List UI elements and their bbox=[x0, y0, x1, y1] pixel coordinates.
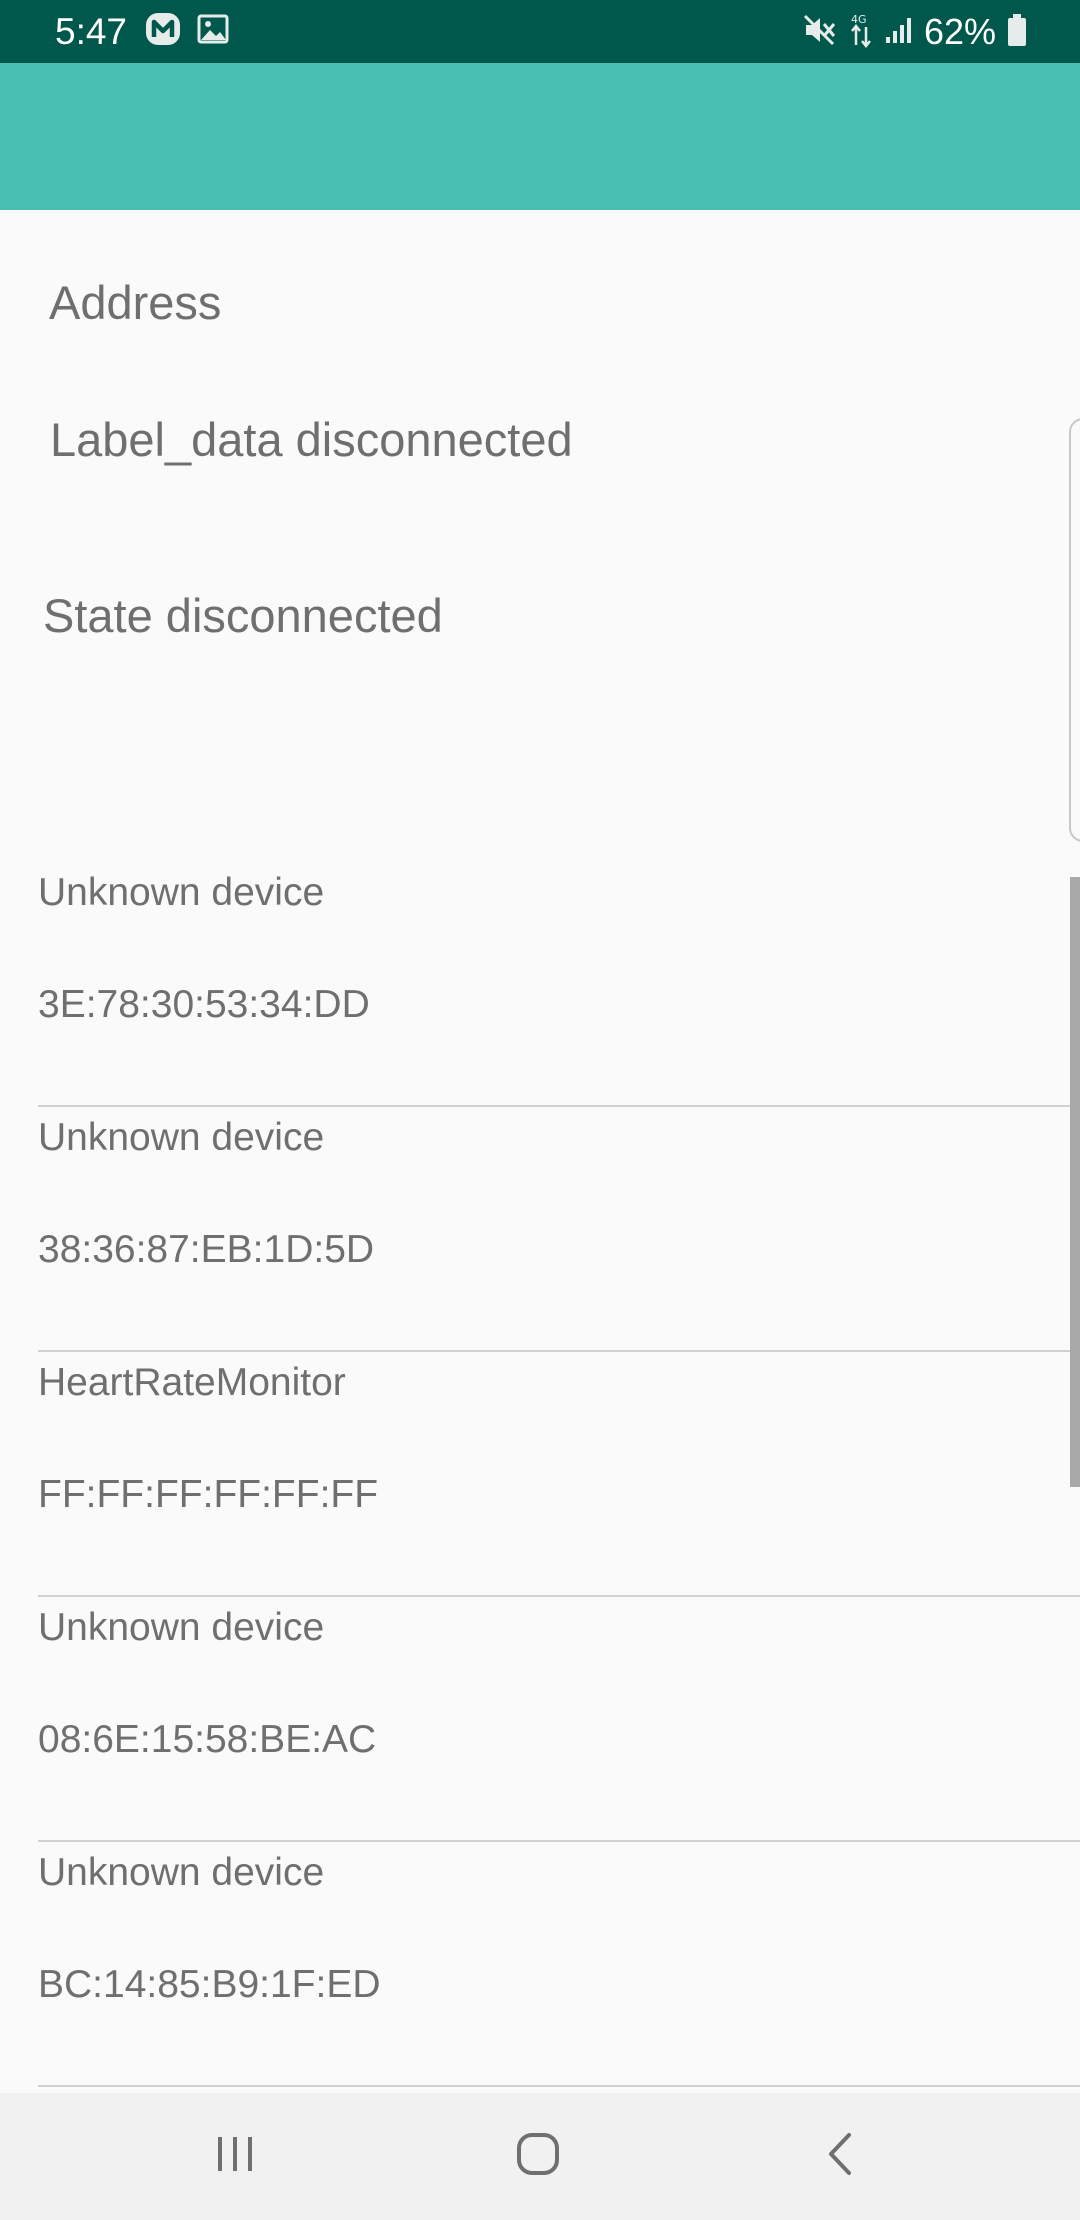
device-name: Unknown device bbox=[38, 1116, 325, 1159]
state-text: State disconnected bbox=[43, 589, 443, 642]
recent-apps-icon bbox=[213, 2134, 257, 2179]
back-button[interactable] bbox=[780, 2111, 900, 2201]
battery-icon bbox=[1006, 13, 1028, 52]
list-item[interactable]: HeartRateMonitor FF:FF:FF:FF:FF:FF bbox=[38, 1352, 1080, 1597]
list-item[interactable]: Unknown device 3E:78:30:53:34:DD bbox=[38, 862, 1080, 1107]
device-address: FF:FF:FF:FF:FF:FF bbox=[38, 1473, 379, 1516]
status-left-icons bbox=[145, 12, 229, 51]
svg-text:4G: 4G bbox=[851, 13, 867, 26]
mute-icon bbox=[802, 13, 838, 52]
4g-data-icon: 4G bbox=[848, 11, 874, 54]
recent-apps-button[interactable] bbox=[175, 2111, 295, 2201]
scrollbar-thumb[interactable] bbox=[1070, 877, 1080, 1487]
battery-percent: 62% bbox=[923, 11, 996, 52]
home-icon bbox=[515, 2131, 561, 2182]
device-name: Unknown device bbox=[38, 1606, 325, 1649]
app-bar bbox=[0, 63, 1080, 210]
device-address: BC:14:85:B9:1F:ED bbox=[38, 1963, 381, 2006]
list-item[interactable]: Unknown device BC:14:85:B9:1F:ED bbox=[38, 1842, 1080, 2087]
navigation-bar bbox=[0, 2093, 1080, 2220]
device-name: Unknown device bbox=[38, 871, 325, 914]
device-name: HeartRateMonitor bbox=[38, 1361, 346, 1404]
gallery-icon bbox=[197, 14, 229, 49]
status-bar: 5:47 4G 62% bbox=[0, 0, 1080, 63]
device-address: 38:36:87:EB:1D:5D bbox=[38, 1228, 375, 1271]
label-data-text: Label_data disconnected bbox=[50, 413, 573, 466]
device-list[interactable]: Unknown device 3E:78:30:53:34:DD Unknown… bbox=[0, 862, 1080, 2093]
device-name: Unknown device bbox=[38, 1851, 325, 1894]
status-right-icons: 4G 62% bbox=[802, 10, 1028, 54]
device-address: 08:6E:15:58:BE:AC bbox=[38, 1718, 377, 1761]
list-item[interactable]: Unknown device 38:36:87:EB:1D:5D bbox=[38, 1107, 1080, 1352]
status-time: 5:47 bbox=[55, 11, 128, 52]
address-label: Address bbox=[49, 276, 222, 329]
device-address: 3E:78:30:53:34:DD bbox=[38, 983, 370, 1026]
list-item[interactable]: Unknown device 08:6E:15:58:BE:AC bbox=[38, 1597, 1080, 1842]
home-button[interactable] bbox=[478, 2111, 598, 2201]
m-badge-icon bbox=[145, 12, 181, 51]
side-panel-edge bbox=[1069, 418, 1080, 842]
signal-icon bbox=[884, 15, 914, 50]
back-icon bbox=[825, 2131, 855, 2182]
